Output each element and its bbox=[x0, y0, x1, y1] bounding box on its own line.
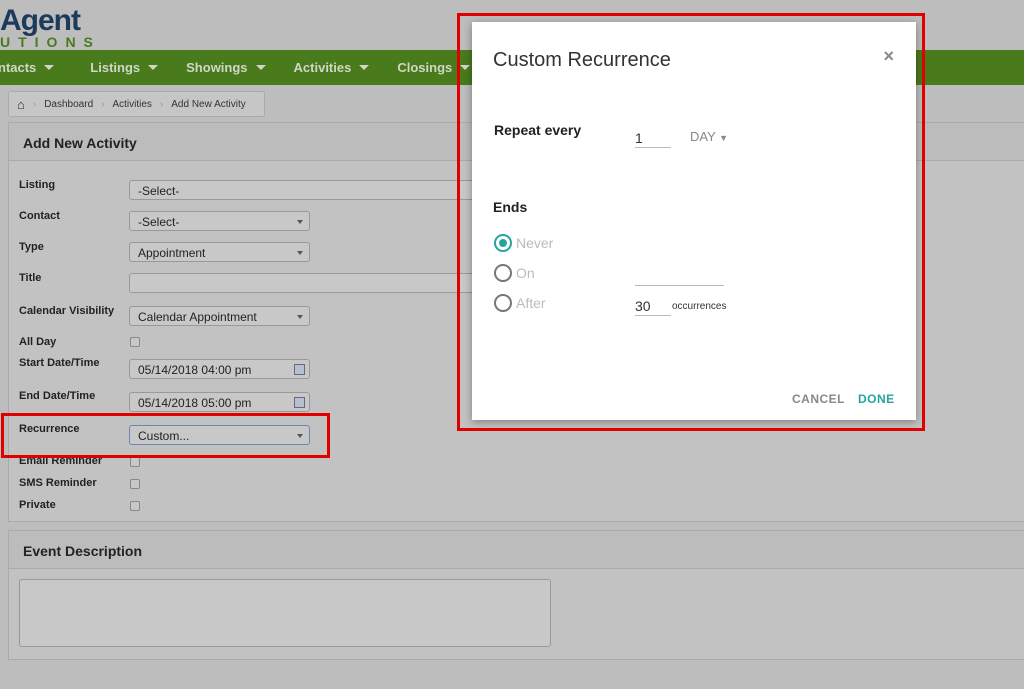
caret-down-icon bbox=[148, 65, 159, 70]
start-datetime-input[interactable]: 05/14/2018 04:00 pm bbox=[129, 359, 310, 379]
listing-select[interactable]: -Select- bbox=[129, 180, 489, 200]
all-day-checkbox[interactable] bbox=[130, 337, 140, 347]
nav-contacts[interactable]: ntacts bbox=[0, 60, 55, 75]
breadcrumb-activities[interactable]: Activities bbox=[104, 99, 159, 110]
title-input[interactable] bbox=[129, 273, 489, 293]
breadcrumb: ⌂ › Dashboard › Activities › Add New Activi… bbox=[8, 91, 265, 117]
end-datetime-input[interactable]: 05/14/2018 05:00 pm bbox=[129, 392, 310, 412]
logo: Agent UTIONS bbox=[0, 4, 101, 50]
contact-select[interactable]: -Select- bbox=[129, 211, 310, 231]
nav-showings[interactable]: Showings bbox=[186, 60, 266, 75]
calendar-icon[interactable] bbox=[294, 364, 305, 375]
type-select[interactable]: Appointment bbox=[129, 242, 310, 262]
sms-reminder-checkbox[interactable] bbox=[130, 479, 140, 489]
event-description-panel: Event Description bbox=[8, 530, 1024, 660]
caret-down-icon bbox=[359, 65, 370, 70]
highlight-dialog bbox=[457, 13, 925, 431]
email-reminder-checkbox[interactable] bbox=[130, 457, 140, 467]
caret-down-icon bbox=[297, 251, 303, 255]
nav-listings[interactable]: Listings bbox=[90, 60, 159, 75]
breadcrumb-current: Add New Activity bbox=[171, 98, 246, 110]
event-description-textarea[interactable] bbox=[19, 579, 551, 647]
highlight-recurrence bbox=[1, 413, 330, 458]
calendar-icon[interactable] bbox=[294, 397, 305, 408]
caret-down-icon bbox=[297, 315, 303, 319]
home-icon[interactable]: ⌂ bbox=[9, 97, 33, 112]
nav-activities[interactable]: Activities bbox=[294, 60, 370, 75]
caret-down-icon bbox=[255, 65, 266, 70]
private-checkbox[interactable] bbox=[130, 501, 140, 511]
visibility-select[interactable]: Calendar Appointment bbox=[129, 306, 310, 326]
caret-down-icon bbox=[297, 220, 303, 224]
caret-down-icon bbox=[44, 65, 55, 70]
breadcrumb-dashboard[interactable]: Dashboard bbox=[36, 99, 101, 110]
